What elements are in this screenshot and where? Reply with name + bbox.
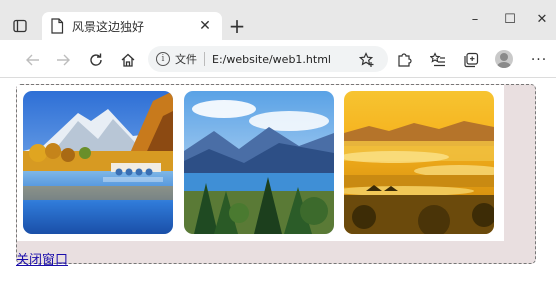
info-icon[interactable]: i bbox=[156, 52, 170, 66]
favorites-button[interactable] bbox=[427, 49, 449, 71]
extensions-button[interactable] bbox=[393, 49, 415, 71]
tab-close-icon[interactable]: ✕ bbox=[196, 17, 214, 35]
tab-actions-icon bbox=[13, 19, 27, 33]
forward-button[interactable] bbox=[52, 49, 74, 71]
browser-tab[interactable]: 风景这边独好 ✕ bbox=[42, 12, 222, 40]
close-window-link[interactable]: 关闭窗口 bbox=[16, 249, 68, 268]
window-close-button[interactable]: ✕ bbox=[529, 8, 555, 30]
address-url[interactable]: E:/website/web1.html bbox=[212, 53, 331, 66]
star-add-icon bbox=[359, 52, 374, 67]
gallery-photo-mountain-lake bbox=[23, 91, 173, 234]
gallery-photo-valley-lake bbox=[184, 91, 334, 234]
new-tab-button[interactable]: + bbox=[227, 16, 247, 36]
browser-toolbar: i 文件 E:/website/web1.html ··· bbox=[0, 40, 556, 78]
gallery-photo-golden-fields bbox=[344, 91, 494, 234]
refresh-icon bbox=[90, 53, 102, 66]
collections-icon bbox=[464, 52, 479, 68]
collections-button[interactable] bbox=[460, 49, 482, 71]
tab-title: 风景这边独好 bbox=[72, 19, 145, 34]
window-maximize-button[interactable]: ☐ bbox=[497, 8, 523, 30]
extension-puzzle-icon bbox=[398, 53, 412, 67]
address-bar[interactable]: i 文件 E:/website/web1.html bbox=[148, 46, 388, 72]
tab-actions-button[interactable] bbox=[6, 12, 34, 40]
more-menu-button[interactable]: ··· bbox=[528, 49, 550, 71]
home-button[interactable] bbox=[117, 49, 139, 71]
refresh-button[interactable] bbox=[85, 49, 107, 71]
profile-avatar[interactable] bbox=[495, 50, 513, 68]
window-minimize-button[interactable]: – bbox=[462, 8, 488, 30]
tab-strip: 风景这边独好 ✕ + – ☐ ✕ bbox=[0, 0, 556, 40]
add-favorite-button[interactable] bbox=[356, 49, 378, 71]
page-icon bbox=[50, 18, 64, 34]
address-scheme-label: 文件 bbox=[175, 53, 197, 66]
favorites-list-icon bbox=[430, 52, 445, 67]
page-viewport: 关闭窗口 bbox=[0, 79, 556, 281]
home-icon bbox=[121, 53, 135, 67]
back-button[interactable] bbox=[22, 49, 44, 71]
back-arrow-icon bbox=[26, 54, 39, 66]
gallery-inner-panel bbox=[17, 85, 504, 241]
image-gallery bbox=[16, 84, 536, 264]
address-divider bbox=[204, 52, 205, 66]
forward-arrow-icon bbox=[57, 54, 70, 66]
